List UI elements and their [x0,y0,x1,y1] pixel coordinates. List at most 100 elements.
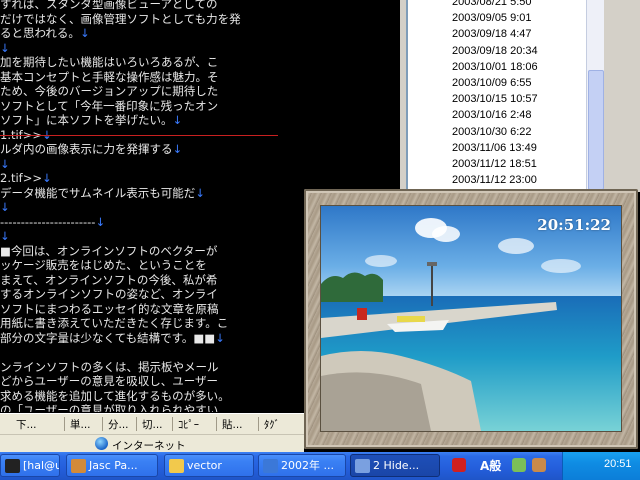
line-break-mark: ↓ [195,185,205,200]
editor-line: ↓ [0,229,10,243]
line-break-mark: ↓ [95,214,106,229]
date-list-item[interactable]: 2003/08/21 5:50 [452,0,532,8]
editor-line-text: の「ユーザーの意見が取り入れられやすい [0,403,219,412]
taskbar-button[interactable]: 2 Hide... [350,454,440,477]
toolbar-separator [136,417,137,431]
photo-clock-widget[interactable]: 20:51:22 [304,189,638,449]
editor-line-text: 加を期待したい機能はいろいろあるが、こ [0,55,219,69]
editor-line-text: ため、今後のバージョンアップに期待した [0,84,219,98]
editor-line: 加を期待したい機能はいろいろあるが、こ [0,55,218,69]
editor-line-text: どからユーザーの意見を吸収し、ユーザー [0,374,219,388]
editor-line: ↓ [0,41,10,55]
browser-status-bar: インターネット [0,434,304,453]
date-list-item[interactable]: 2003/10/30 6:22 [452,126,532,138]
clock-time: 20:51:22 [537,216,611,234]
editor-line: 求める機能を追加して進化するものが多い。 [0,389,230,403]
beach-photo: 20:51:22 [320,205,622,432]
editor-line: ッケージ販売をはじめた、ということを [0,258,207,272]
package-icon[interactable] [532,458,546,472]
line-break-mark: ↓ [79,26,90,40]
toolbar-separator [102,417,103,431]
toolbar-button[interactable]: 分... [108,417,129,432]
editor-line-text: ソフト」に本ソフトを挙げたい。 [0,113,173,127]
editor-line: すれば、スタンダ型画像ビューアとしての [0,0,217,11]
editor-line: の「ユーザーの意見が取り入れられやすい [0,403,218,412]
taskbar-button[interactable]: 2002年 ... [258,454,346,477]
editor-line-text: すれば、スタンダ型画像ビューアとしての [0,0,218,11]
date-list-item[interactable]: 2003/10/15 10:57 [452,93,538,105]
editor-line: どからユーザーの意見を吸収し、ユーザー [0,374,218,388]
editor-line: 用紙に書き添えていただきたく存じます。こ [0,316,228,330]
date-list-scrollbar[interactable] [586,0,604,192]
terminal-icon [5,459,20,473]
security-zone-label: インターネット [112,440,186,452]
editor-line-text: データ機能でサムネイル表示も可能だ [0,185,196,200]
date-list-item[interactable]: 2003/11/12 23:00 [452,174,537,186]
editor-line-text: ッケージ販売をはじめた、ということを [0,258,207,272]
page-break-rule [0,135,278,136]
editor-line-text: 部分の文字量は少なくても結構です。■■ [0,330,216,345]
toolbar-button[interactable]: ｺﾋﾟｰ [178,417,199,432]
editor-line: ため、今後のバージョンアップに期待した [0,84,218,98]
globe-icon [95,437,108,450]
editor-line: 基本コンセプトと手軽な操作感は魅力。そ [0,70,219,84]
date-list-item[interactable]: 2003/10/01 18:06 [452,61,538,73]
tray-clock[interactable]: 20:51 [604,458,632,470]
toolbar-button[interactable]: 貼... [222,417,243,432]
date-list-item[interactable]: 2003/10/09 6:55 [452,77,532,89]
editor-line: ンラインソフトの多くは、掲示板やメール [0,360,219,374]
line-break-mark: ↓ [0,229,10,243]
editor-line-text: だけではなく、画像管理ソフトとしても力を発 [0,11,241,26]
toolbar-button[interactable]: 下... [16,417,37,432]
hidemaru-editor-icon [355,459,370,473]
editor-line: -----------------------↓ [0,215,105,229]
editor-line-text: 2.tif>> [0,171,42,185]
toolbar-button[interactable]: 切... [142,417,163,432]
editor-line: だけではなく、画像管理ソフトとしても力を発 [0,12,241,26]
taskbar-button[interactable]: Jasc Pa... [66,454,158,477]
ime-indicator[interactable]: A般 [480,457,501,474]
toolbar-separator [258,417,259,431]
taskbar-button-label: [hal@us... [23,459,59,472]
taskbar-button[interactable]: [hal@us... [0,454,60,477]
date-list-item[interactable]: 2003/11/06 13:49 [452,142,537,154]
line-break-mark: ↓ [0,156,10,171]
toolbar-separator [64,417,65,431]
network-icon[interactable] [512,458,526,472]
editor-line-text: ----------------------- [0,214,96,229]
editor-line: ると思われる。↓ [0,26,90,40]
date-list-item[interactable]: 2003/09/05 9:01 [452,12,532,24]
line-break-mark: ↓ [42,171,52,185]
toolbar-button[interactable]: 単... [70,417,91,432]
folder-icon [169,459,184,473]
date-list-item[interactable]: 2003/10/16 2:48 [452,109,532,121]
date-list-item[interactable]: 2003/11/12 18:51 [452,158,537,170]
date-list-item[interactable]: 2003/09/18 4:47 [452,28,532,40]
editor-line: ↓ [0,200,10,214]
editor-line-text: まえて、オンラインソフトの今後、私が希 [0,272,218,287]
editor-line-text: 基本コンセプトと手軽な操作感は魅力。そ [0,69,219,84]
editor-line: ソフトとして「今年一番印象に残ったオン [0,99,218,113]
taskbar: [hal@us... Jasc Pa... vector 2002年 ... 2 Hid… [0,452,640,480]
editor-line-text: ンラインソフトの多くは、掲示板やメール [0,359,219,374]
date-list-item[interactable]: 2003/09/18 20:34 [452,45,538,57]
line-break-mark: ↓ [0,40,10,55]
editor-line-text: ■今回は、オンラインソフトのベクターが [0,243,218,258]
toolbar-button[interactable]: ﾀｸﾞ [264,417,280,432]
editor-toolbar: 下... 単... 分... 切... ｺﾋﾟｰ 貼... ﾀｸﾞ [0,413,304,434]
antivirus-icon[interactable] [452,458,466,472]
editor-line: まえて、オンラインソフトの今後、私が希 [0,273,217,287]
line-break-mark: ↓ [0,200,10,214]
line-break-mark: ↓ [215,330,225,345]
editor-line-text: ソフトにまつわるエッセイ的な文章を原稿 [0,301,219,316]
taskbar-button[interactable]: vector [164,454,254,477]
taskbar-button-label: Jasc Pa... [89,459,138,472]
scrollbar-thumb[interactable] [588,70,604,190]
toolbar-separator [216,417,217,431]
editor-line-text: 求める機能を追加して進化するものが多い。 [0,388,230,403]
taskbar-button-label: 2002年 ... [281,459,334,472]
editor-line: ■今回は、オンラインソフトのベクターが [0,244,217,258]
editor-line-text: ると思われる。 [0,26,80,40]
window-border [604,0,640,192]
line-break-mark: ↓ [172,142,183,156]
